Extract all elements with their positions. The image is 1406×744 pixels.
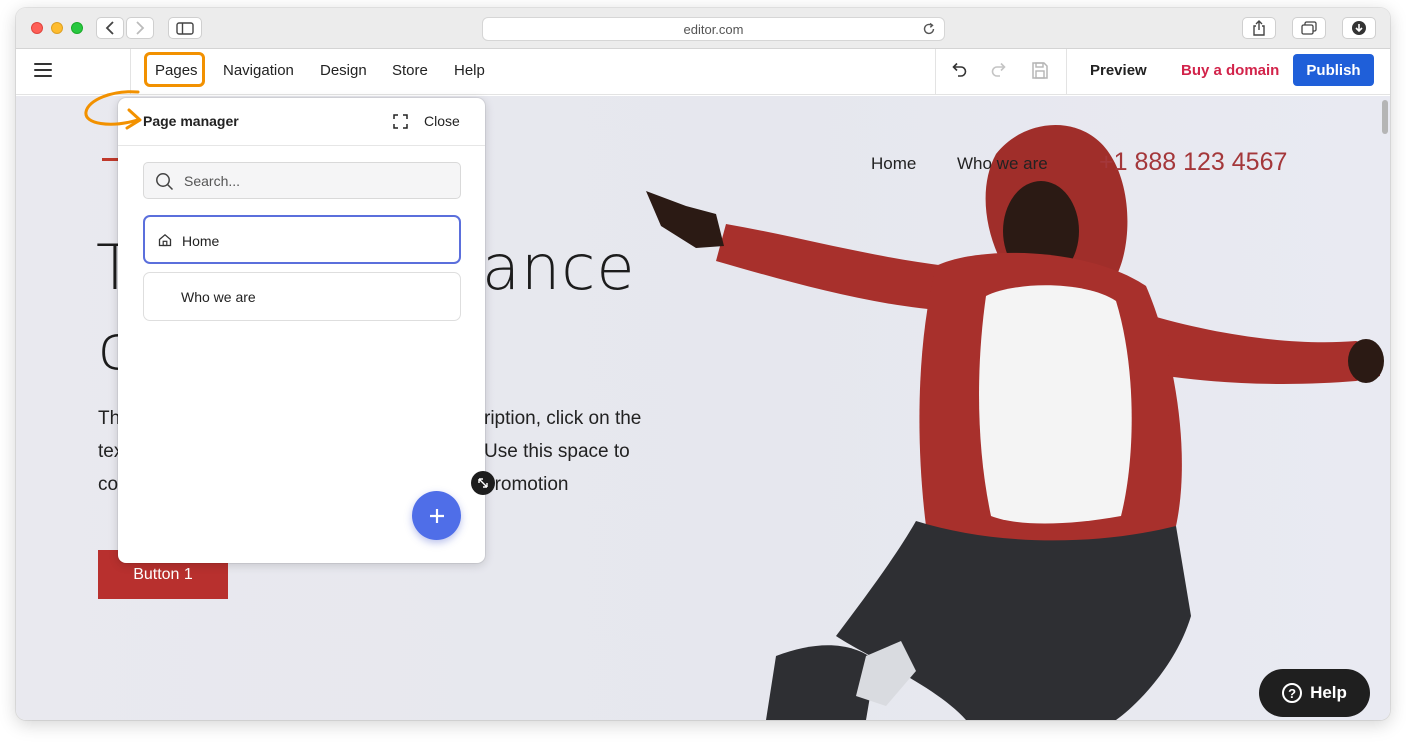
question-icon: ? [1282, 683, 1303, 703]
page-manager-panel: Page manager Close Home Who we are [118, 98, 485, 563]
resize-icon [478, 478, 488, 488]
browser-window: editor.com Pages Navigation Design Store… [16, 8, 1390, 720]
hero-body-right-line: ription, click on the [484, 408, 642, 429]
menu-pages[interactable]: Pages [155, 62, 198, 79]
canvas-scrollbar[interactable] [1382, 100, 1388, 134]
page-item-home[interactable]: Home [143, 215, 461, 264]
search-icon [156, 173, 174, 191]
undo-icon[interactable] [950, 61, 968, 79]
page-item-label: Home [182, 233, 220, 249]
back-icon [105, 21, 114, 35]
zoom-window-button[interactable] [71, 22, 83, 34]
share-icon [1253, 20, 1265, 36]
close-window-button[interactable] [31, 22, 43, 34]
preview-button[interactable]: Preview [1090, 62, 1147, 79]
sidebar-toggle-button[interactable] [168, 17, 202, 39]
page-search-box[interactable] [143, 162, 461, 199]
menu-navigation[interactable]: Navigation [223, 62, 294, 79]
sidebar-icon [176, 21, 194, 35]
hero-dancer-image [646, 125, 1384, 720]
save-icon[interactable] [1031, 61, 1049, 80]
redo-icon[interactable] [990, 61, 1008, 79]
plus-icon [429, 508, 444, 523]
back-button[interactable] [96, 17, 124, 39]
hero-body-right-line: Use this space to [484, 441, 630, 462]
tutorial-arrow-icon [84, 90, 142, 130]
menu-store[interactable]: Store [392, 62, 428, 79]
page-search-input[interactable] [184, 163, 444, 198]
reload-icon[interactable] [922, 22, 936, 36]
forward-icon [136, 21, 145, 35]
url-text: editor.com [683, 21, 744, 37]
hero-body-right: ription, click on the Use this space to … [484, 402, 641, 501]
site-phone-number: +1 888 123 4567 [1099, 148, 1288, 176]
hero-title-line1-right: ance [482, 231, 636, 304]
site-nav-home[interactable]: Home [871, 154, 916, 174]
hamburger-menu-icon[interactable] [34, 63, 54, 79]
site-nav-who-we-are[interactable]: Who we are [957, 154, 1048, 174]
page-item-label: Who we are [181, 289, 256, 305]
address-bar[interactable]: editor.com [482, 17, 945, 41]
page-manager-title: Page manager [143, 113, 239, 129]
site-logo-dash [102, 158, 118, 161]
browser-chrome: editor.com [16, 8, 1390, 49]
help-widget-label: Help [1310, 683, 1347, 702]
page-item-who-we-are[interactable]: Who we are [143, 272, 461, 321]
home-icon [158, 233, 172, 247]
page-manager-close-button[interactable]: Close [424, 113, 460, 129]
editor-toolbar: Pages Navigation Design Store Help Previ… [16, 49, 1390, 95]
downloads-button[interactable] [1342, 17, 1376, 39]
menu-design[interactable]: Design [320, 62, 367, 79]
download-icon [1352, 21, 1366, 35]
expand-icon[interactable] [393, 114, 408, 129]
menu-help[interactable]: Help [454, 62, 485, 79]
panel-resize-handle[interactable] [471, 471, 495, 495]
minimize-window-button[interactable] [51, 22, 63, 34]
forward-button[interactable] [126, 17, 154, 39]
buy-domain-button[interactable]: Buy a domain [1181, 62, 1279, 79]
hero-body-right-line: promotion [484, 474, 569, 495]
tabs-button[interactable] [1292, 17, 1326, 39]
share-button[interactable] [1242, 17, 1276, 39]
help-widget-button[interactable]: ? Help [1259, 669, 1370, 717]
publish-button[interactable]: Publish [1293, 54, 1374, 86]
add-page-button[interactable] [412, 491, 461, 540]
tabs-icon [1301, 21, 1317, 35]
page-manager-header: Page manager Close [118, 98, 485, 146]
